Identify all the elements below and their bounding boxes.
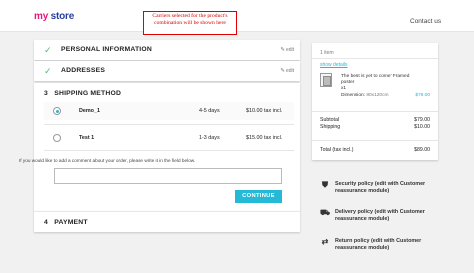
show-details-link[interactable]: show details: [320, 62, 348, 68]
step-title: 4 PAYMENT: [44, 219, 88, 226]
carriers-annotation-note: Carriers selected for the product's comb…: [143, 11, 237, 35]
reassurance-text: Security policy (edit with Customer reas…: [335, 181, 426, 194]
store-logo[interactable]: my store: [34, 11, 74, 22]
summary-divider: [312, 140, 438, 141]
subtotal-label: Subtotal: [320, 117, 340, 123]
edit-addresses-link[interactable]: ✎edit: [280, 68, 294, 74]
carrier-radio[interactable]: [53, 107, 61, 115]
step-personal-information[interactable]: ✓ PERSONAL INFORMATION ✎edit: [34, 40, 300, 60]
carrier-option-test-1[interactable]: Test 1 1-3 days $15.00 tax incl.: [44, 129, 294, 147]
dimension-label: Dimension:: [341, 93, 365, 98]
edit-label: edit: [285, 47, 294, 53]
cart-summary: 1 item show details The best is yet to c…: [312, 43, 438, 160]
edit-label: edit: [285, 68, 294, 74]
total-row: Total (tax incl.) $89.00: [320, 147, 430, 153]
order-comment-label: If you would like to add a comment about…: [19, 158, 196, 163]
step-title-text: PAYMENT: [54, 219, 88, 226]
step-addresses[interactable]: ✓ ADDRESSES ✎edit: [34, 61, 300, 81]
cart-items-count: 1 item: [320, 50, 334, 56]
dimension-value: 80x120cm: [366, 93, 389, 98]
summary-divider: [312, 111, 438, 112]
shipping-row: Shipping $10.00: [320, 124, 430, 130]
site-header: my store Contact us: [0, 0, 474, 32]
continue-button[interactable]: CONTINUE: [235, 190, 282, 203]
carrier-option-demo-1[interactable]: Demo_1 4-5 days $10.00 tax incl.: [44, 102, 294, 120]
total-label: Total (tax incl.): [320, 147, 354, 153]
carrier-name: Test 1: [79, 135, 95, 141]
pencil-icon: ✎: [280, 68, 285, 74]
edit-personal-link[interactable]: ✎edit: [280, 47, 294, 53]
step-title: ADDRESSES: [61, 67, 106, 74]
product-name[interactable]: The best is yet to come' Framed poster: [341, 74, 413, 86]
order-comment-textarea[interactable]: [54, 168, 282, 184]
carrier-delay: 4-5 days: [199, 108, 220, 114]
product-quantity: x1: [341, 86, 347, 91]
check-icon: ✓: [44, 45, 52, 55]
pencil-icon: ✎: [280, 47, 285, 53]
step-title: PERSONAL INFORMATION: [61, 46, 152, 53]
shield-icon: ⛊: [322, 180, 328, 189]
carrier-price: $15.00 tax incl.: [246, 135, 283, 141]
product-dimension: Dimension: 80x120cm: [341, 93, 388, 98]
shipping-label: Shipping: [320, 124, 341, 130]
reassurance-text: Delivery policy (edit with Customer reas…: [335, 209, 425, 222]
truck-icon: ⛟: [320, 208, 331, 217]
total-value: $89.00: [414, 147, 430, 153]
return-arrows-icon: ⇄: [321, 237, 329, 246]
product-thumbnail[interactable]: [320, 73, 332, 87]
logo-text-store: store: [48, 11, 75, 22]
carrier-name: Demo_1: [79, 108, 100, 114]
step-payment[interactable]: 4 PAYMENT: [34, 211, 300, 232]
contact-us-link[interactable]: Contact us: [410, 18, 441, 25]
reassurance-text: Return policy (edit with Customer reassu…: [335, 238, 422, 251]
carrier-radio[interactable]: [53, 134, 61, 142]
carrier-price: $10.00 tax incl.: [246, 108, 283, 114]
carrier-delay: 1-3 days: [199, 135, 220, 141]
product-price: $79.00: [415, 93, 430, 98]
subtotal-row: Subtotal $79.00: [320, 117, 430, 123]
shipping-value: $10.00: [414, 124, 430, 130]
step-title: 3 SHIPPING METHOD: [44, 90, 121, 97]
logo-text-my: my: [34, 11, 49, 22]
summary-divider: [312, 58, 438, 59]
carrier-divider: [44, 124, 294, 125]
carrier-divider: [44, 150, 294, 151]
subtotal-value: $79.00: [414, 117, 430, 123]
check-icon: ✓: [44, 66, 52, 76]
step-title-text: SHIPPING METHOD: [54, 90, 122, 97]
